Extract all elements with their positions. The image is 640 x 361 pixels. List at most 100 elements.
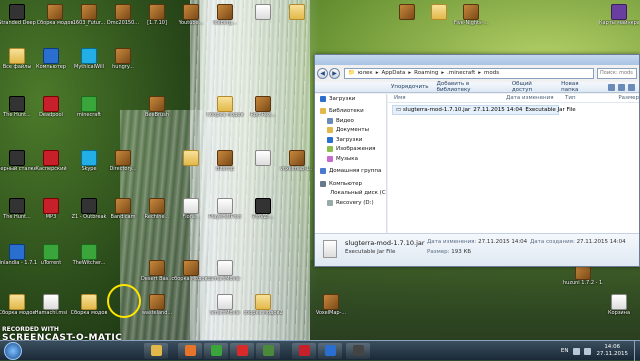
desktop-icon[interactable]: Desert Bas... xyxy=(141,260,173,282)
desktop-icon[interactable]: Сборка модов xyxy=(37,4,73,26)
toolbar-add-library[interactable]: Добавить в библиотеку xyxy=(437,81,504,93)
desktop-icon[interactable]: Dmc20150... xyxy=(107,4,139,26)
desktop-icon[interactable]: Черный сталкер xyxy=(0,150,37,172)
nav-item[interactable]: Документы xyxy=(315,126,386,136)
taskbar-app-button[interactable] xyxy=(318,343,342,359)
desktop-icon[interactable]: Карты майнкрафт xyxy=(599,4,639,26)
show-desktop-button[interactable] xyxy=(634,341,640,361)
desktop-icon[interactable]: Сборка модов xyxy=(71,294,107,316)
desktop-icon[interactable]: Rpo Rez... xyxy=(248,96,278,118)
clock[interactable]: 14:06 27.11.2015 xyxy=(597,344,629,358)
desktop-icon[interactable]: MP3 xyxy=(36,198,66,220)
desktop-icon[interactable]: Stranded Deep xyxy=(0,4,36,26)
desktop-icon[interactable]: Bitstrip xyxy=(210,150,240,172)
nav-item[interactable]: Изображения xyxy=(315,145,386,155)
forward-button[interactable]: ▶ xyxy=(329,67,340,79)
desktop-icon[interactable] xyxy=(176,150,206,166)
desktop-icon[interactable]: Корзина xyxy=(604,294,634,316)
desktop-icon[interactable]: Касперский xyxy=(35,150,67,172)
breadcrumb-4[interactable]: .minecraft xyxy=(447,70,475,76)
desktop-icon[interactable]: Deadpool xyxy=(36,96,66,118)
breadcrumb-5[interactable]: mods xyxy=(484,70,499,76)
taskbar-app-button[interactable] xyxy=(256,343,280,359)
nav-item[interactable]: Музыка xyxy=(315,154,386,164)
search-input[interactable]: Поиск: mods xyxy=(597,67,637,79)
view-options-icon[interactable] xyxy=(608,83,615,91)
desktop-icon[interactable]: The Hunt... xyxy=(2,96,32,118)
desktop-icon[interactable]: minecraft xyxy=(74,96,104,118)
desktop-icon[interactable]: BeeBrush xyxy=(142,96,172,118)
desktop-icon[interactable]: SmartMovie xyxy=(210,260,240,282)
desktop-icon[interactable]: Five-Nights-... xyxy=(454,4,488,26)
desktop-icon[interactable]: Hamachi.msi xyxy=(35,294,67,316)
taskbar-app-button[interactable] xyxy=(204,343,228,359)
desktop-icon[interactable]: Компьютер xyxy=(36,48,66,70)
desktop-icon[interactable]: Directory... xyxy=(108,150,138,172)
toolbar-new-folder[interactable]: Новая папка xyxy=(561,81,597,93)
desktop-icon[interactable]: Iceberg... xyxy=(210,4,240,26)
back-button[interactable]: ◀ xyxy=(317,67,328,79)
taskbar-app-button[interactable] xyxy=(292,343,316,359)
desktop-icon[interactable]: [1.7.10] xyxy=(142,4,172,26)
nav-item[interactable]: Компьютер xyxy=(315,179,386,189)
desktop-icon[interactable]: Skype xyxy=(74,150,104,172)
desktop-icon[interactable]: сборка модов2 xyxy=(243,294,283,316)
desktop-icon[interactable] xyxy=(248,150,278,166)
nav-item[interactable]: Домашняя группа xyxy=(315,167,386,177)
file-row[interactable]: ▭ slugterra-mod-1.7.10.jar 27.11.2015 14… xyxy=(392,105,576,115)
nav-item[interactable]: Загрузки xyxy=(315,94,386,104)
desktop-icon[interactable]: сборка модов3 xyxy=(171,260,211,282)
desktop-icon[interactable]: Все файлы xyxy=(2,48,32,70)
desktop-icon[interactable]: Bandicam xyxy=(108,198,138,220)
toolbar-share[interactable]: Общий доступ xyxy=(512,81,553,93)
desktop-icon[interactable]: Youtube... xyxy=(176,4,206,26)
preview-pane-icon[interactable] xyxy=(618,83,625,91)
nav-item[interactable]: Локальный диск (C:) xyxy=(315,189,386,199)
desktop-icon[interactable]: Z1 - Outbreak xyxy=(72,198,106,220)
desktop-icon[interactable]: TheWitcher... xyxy=(73,244,105,266)
desktop-icon[interactable]: Сборка модов xyxy=(0,294,35,316)
window-titlebar[interactable] xyxy=(315,55,639,65)
volume-icon[interactable] xyxy=(583,347,591,355)
taskbar-app-button[interactable] xyxy=(178,343,202,359)
taskbar-app-button[interactable] xyxy=(346,343,370,359)
language-indicator[interactable]: EN xyxy=(561,348,569,354)
breadcrumb-1[interactable]: юлек xyxy=(358,70,373,76)
column-type[interactable]: Тип xyxy=(559,95,612,101)
desktop-icon[interactable]: VoxelMap-... xyxy=(316,294,346,316)
nav-item[interactable]: Видео xyxy=(315,116,386,126)
desktop-icon[interactable]: Flora... xyxy=(176,198,206,220)
desktop-icon[interactable]: Finlandia - 1.7.10 (partial) xyxy=(0,244,37,266)
start-button[interactable] xyxy=(4,342,22,360)
nav-item[interactable]: Загрузки xyxy=(315,135,386,145)
nav-item[interactable]: Recovery (D:) xyxy=(315,198,386,208)
column-size[interactable]: Размер xyxy=(612,95,639,101)
help-icon[interactable] xyxy=(628,83,635,91)
breadcrumb-3[interactable]: Roaming xyxy=(414,70,438,76)
breadcrumb-2[interactable]: AppData xyxy=(381,70,405,76)
column-date[interactable]: Дата изменения xyxy=(500,95,559,101)
address-bar[interactable]: 📁 юлек ▸ AppData ▸ Roaming ▸ .minecraft ▸ mo… xyxy=(344,67,594,79)
desktop-icon[interactable] xyxy=(424,4,454,20)
desktop-icon[interactable] xyxy=(392,4,422,20)
desktop-icon[interactable]: MythicalWill xyxy=(74,48,104,70)
desktop-icon[interactable] xyxy=(248,4,278,20)
nav-item[interactable]: Библиотеки xyxy=(315,107,386,117)
network-icon[interactable] xyxy=(572,347,580,355)
desktop-icon[interactable]: voxelmap-1... xyxy=(280,150,314,172)
desktop-icon[interactable]: hungry... xyxy=(108,48,138,70)
desktop-icon[interactable] xyxy=(282,4,312,20)
desktop-icon[interactable]: wasteland... xyxy=(142,294,172,316)
desktop-icon[interactable]: The Hunt... xyxy=(2,198,32,220)
desktop-icon[interactable]: huzuni 1.7.2 - 1.7.4.zip xyxy=(563,264,603,286)
desktop-icon[interactable]: PlayersUP.txt xyxy=(209,198,241,220)
desktop-icon[interactable]: Сборка модов xyxy=(207,96,243,118)
desktop-icon[interactable]: 1603_Futur... xyxy=(73,4,105,26)
column-name[interactable]: Имя xyxy=(388,95,500,101)
desktop-icon[interactable]: uTorrent xyxy=(36,244,66,266)
taskbar-app-button[interactable] xyxy=(144,343,168,359)
desktop-icon[interactable]: ProVZr... xyxy=(248,198,278,220)
desktop-icon[interactable]: SmartMovie xyxy=(210,294,240,316)
toolbar-organize[interactable]: Упорядочить xyxy=(391,84,429,90)
taskbar-app-button[interactable] xyxy=(230,343,254,359)
